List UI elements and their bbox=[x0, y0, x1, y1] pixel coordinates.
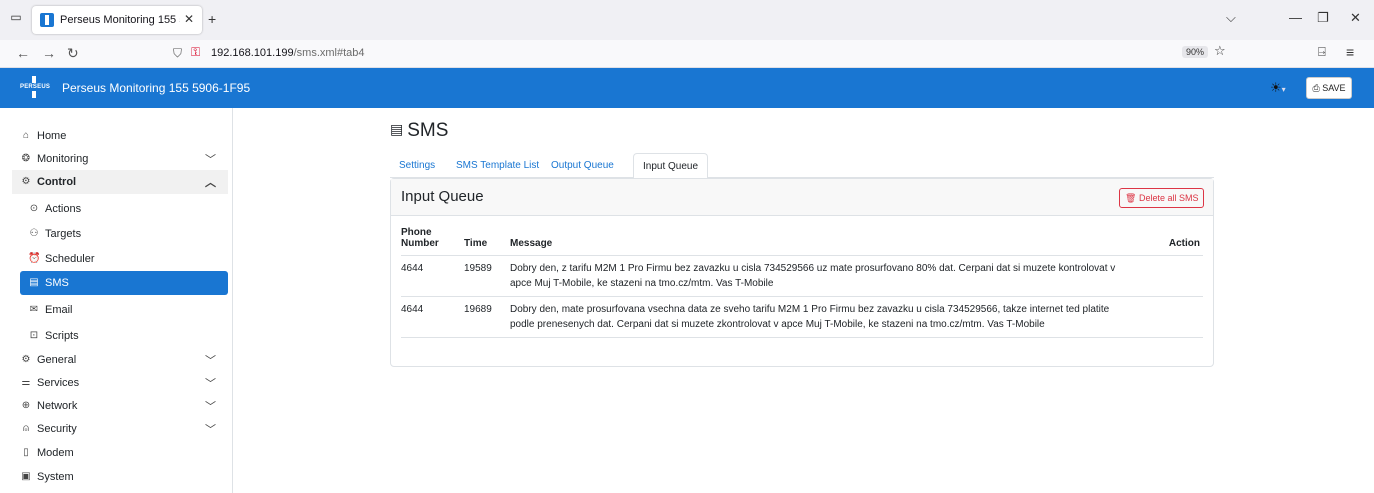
column-header-phone: Phone Number bbox=[401, 227, 464, 256]
tab-input-queue[interactable]: Input Queue bbox=[633, 153, 709, 179]
sidebar-item-system[interactable]: ▣ System bbox=[12, 465, 228, 489]
sidebar-item-sms[interactable]: ▤ SMS bbox=[20, 271, 228, 295]
browser-nav-bar: ← → ↻ ⛉ ⚿ 192.168.101.199/sms.xml#tab4 9… bbox=[0, 40, 1374, 68]
control-icon: ⚙ bbox=[21, 176, 31, 187]
play-circle-icon: ⊙ bbox=[29, 203, 39, 214]
table-row: 4644 19689 Dobry den, mate prosurfovana … bbox=[401, 296, 1203, 338]
tab-output-queue[interactable]: Output Queue bbox=[542, 153, 623, 178]
forward-icon[interactable]: → bbox=[42, 45, 56, 61]
sidebar-item-monitoring[interactable]: ❂ Monitoring ﹀ bbox=[12, 147, 228, 171]
menu-icon[interactable]: ≡ bbox=[1346, 44, 1354, 60]
sidebar-item-scheduler[interactable]: ⏰ Scheduler bbox=[20, 247, 228, 271]
browser-tab[interactable]: Perseus Monitoring 155 5906-1F ✕ bbox=[32, 6, 202, 34]
gear-icon: ⚙ bbox=[21, 354, 31, 365]
sidebar-item-email[interactable]: ✉ Email bbox=[20, 298, 228, 322]
bookmark-star-icon[interactable]: ☆ bbox=[1214, 43, 1226, 59]
url-bar[interactable]: ⛉ ⚿ 192.168.101.199/sms.xml#tab4 bbox=[165, 43, 1247, 65]
chevron-down-icon: ﹀ bbox=[205, 378, 216, 390]
tab-settings[interactable]: Settings bbox=[390, 153, 444, 178]
delete-all-sms-button[interactable]: 🗑 Delete all SMS bbox=[1119, 188, 1205, 208]
sidebar-item-services[interactable]: ⚌ Services ﹀ bbox=[12, 371, 228, 395]
sidebar-item-home[interactable]: ⌂ Home bbox=[12, 124, 228, 148]
extensions-icon[interactable]: ⍈ bbox=[1318, 44, 1326, 60]
table-row: 4644 19589 Dobry den, z tarifu M2M 1 Pro… bbox=[401, 255, 1203, 297]
sidebar: ⌂ Home ❂ Monitoring ﹀ ⚙ Control ︿ ⊙ Acti… bbox=[0, 108, 233, 493]
sidebar-item-network[interactable]: ⊕ Network ﹀ bbox=[12, 394, 228, 418]
chevron-down-icon[interactable]: ⌵ bbox=[1226, 10, 1236, 26]
sidebar-item-modem[interactable]: ▯ Modem bbox=[12, 441, 228, 465]
reload-icon[interactable]: ↻ bbox=[67, 45, 79, 62]
chevron-up-icon: ︿ bbox=[205, 177, 216, 189]
column-header-message: Message bbox=[510, 227, 1157, 256]
restore-icon[interactable]: ❐ bbox=[1317, 10, 1329, 26]
sidebar-item-scripts[interactable]: ⊡ Scripts bbox=[20, 324, 228, 348]
close-tab-icon[interactable]: ✕ bbox=[184, 12, 194, 26]
cell-phone: 4644 bbox=[401, 255, 464, 297]
page-title: ▤ SMS bbox=[390, 120, 449, 141]
app-title: Perseus Monitoring 155 5906-1F95 bbox=[62, 81, 251, 95]
code-icon: ⊡ bbox=[29, 330, 39, 341]
chevron-down-icon: ﹀ bbox=[205, 424, 216, 436]
insecure-lock-icon[interactable]: ⚿ bbox=[191, 45, 200, 60]
tab-list-icon[interactable]: ▭ bbox=[8, 9, 24, 25]
message-icon: ▤ bbox=[29, 277, 39, 288]
input-queue-table: Phone Number Time Message Action 4644 19… bbox=[401, 227, 1203, 338]
save-icon: ⎙ bbox=[1312, 83, 1320, 93]
new-tab-icon[interactable]: + bbox=[208, 11, 216, 27]
sidebar-item-actions[interactable]: ⊙ Actions bbox=[20, 197, 228, 221]
monitoring-icon: ❂ bbox=[21, 153, 31, 164]
sidebar-item-security[interactable]: ⍝ Security ﹀ bbox=[12, 417, 228, 441]
url-text[interactable]: 192.168.101.199/sms.xml#tab4 bbox=[211, 47, 365, 59]
cell-time: 19589 bbox=[464, 255, 510, 297]
tab-sms-template-list[interactable]: SMS Template List bbox=[447, 153, 548, 178]
services-icon: ⚌ bbox=[21, 377, 31, 388]
chevron-down-icon: ﹀ bbox=[205, 154, 216, 166]
tab-bar: Settings SMS Template List Output Queue … bbox=[390, 153, 1214, 179]
home-icon: ⌂ bbox=[22, 130, 30, 141]
browser-tab-title: Perseus Monitoring 155 5906-1F bbox=[60, 14, 180, 26]
favicon-icon bbox=[40, 13, 54, 27]
card-header: Input Queue 🗑 Delete all SMS bbox=[391, 179, 1213, 216]
browser-tab-bar: ▭ Perseus Monitoring 155 5906-1F ✕ + ⌵ —… bbox=[0, 0, 1374, 40]
trash-icon: 🗑 bbox=[1125, 193, 1137, 203]
column-header-action: Action bbox=[1157, 227, 1203, 256]
people-icon: ⚇ bbox=[29, 228, 39, 239]
lock-icon: ⍝ bbox=[23, 423, 29, 434]
cell-action bbox=[1157, 255, 1203, 297]
envelope-icon: ✉ bbox=[29, 304, 39, 315]
minimize-icon[interactable]: — bbox=[1289, 10, 1302, 25]
cell-message: Dobry den, mate prosurfovana vsechna dat… bbox=[510, 296, 1157, 338]
message-icon: ▤ bbox=[390, 121, 404, 137]
app-header: PERSEUS Perseus Monitoring 155 5906-1F95… bbox=[0, 68, 1374, 108]
cell-action bbox=[1157, 296, 1203, 338]
cell-phone: 4644 bbox=[401, 296, 464, 338]
shield-icon[interactable]: ⛉ bbox=[173, 46, 182, 61]
zoom-level[interactable]: 90% bbox=[1182, 46, 1209, 58]
theme-toggle-icon[interactable]: ☀▾ bbox=[1270, 80, 1286, 96]
sim-card-icon: ▯ bbox=[23, 447, 29, 458]
sidebar-item-targets[interactable]: ⚇ Targets bbox=[20, 222, 228, 246]
input-queue-card: Input Queue 🗑 Delete all SMS Phone Numbe… bbox=[390, 178, 1214, 367]
cell-message: Dobry den, z tarifu M2M 1 Pro Firmu bez … bbox=[510, 255, 1157, 297]
system-icon: ▣ bbox=[21, 471, 31, 482]
close-window-icon[interactable]: ✕ bbox=[1350, 10, 1361, 26]
sidebar-item-general[interactable]: ⚙ General ﹀ bbox=[12, 348, 228, 372]
back-icon[interactable]: ← bbox=[16, 45, 30, 61]
globe-icon: ⊕ bbox=[21, 400, 31, 411]
column-header-time: Time bbox=[464, 227, 510, 256]
cell-time: 19689 bbox=[464, 296, 510, 338]
perseus-logo: PERSEUS bbox=[20, 76, 50, 98]
alarm-icon: ⏰ bbox=[28, 253, 41, 264]
chevron-down-icon: ﹀ bbox=[205, 401, 216, 413]
chevron-down-icon: ﹀ bbox=[205, 355, 216, 367]
sidebar-item-control[interactable]: ⚙ Control ︿ bbox=[12, 170, 228, 194]
save-button[interactable]: ⎙ SAVE bbox=[1306, 77, 1352, 99]
card-title: Input Queue bbox=[401, 188, 484, 205]
